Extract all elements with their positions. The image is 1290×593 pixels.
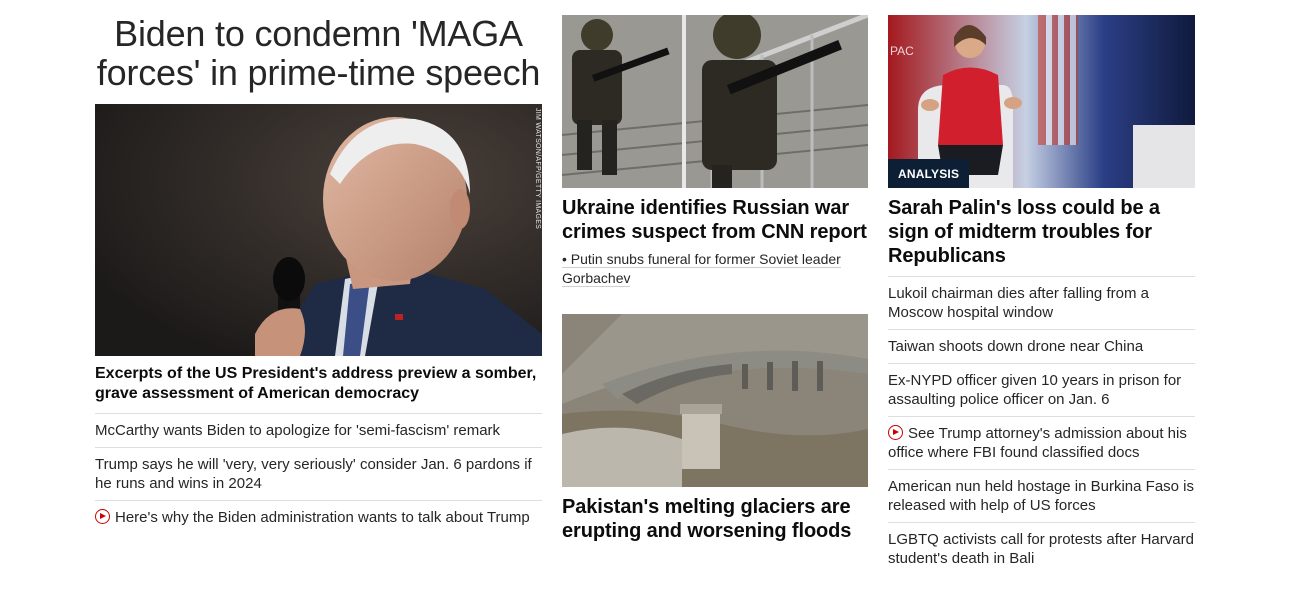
list-item[interactable]: See Trump attorney's admission about his… (888, 417, 1195, 470)
lead-headline-link[interactable]: Biden to condemn 'MAGA forces' in prime-… (95, 14, 542, 92)
list-item[interactable]: Taiwan shoots down drone near China (888, 330, 1195, 364)
ukraine-headline-link[interactable]: Ukraine identifies Russian war crimes su… (562, 196, 868, 244)
palin-headline: Sarah Palin's loss could be a sign of mi… (888, 197, 1160, 267)
middle-column: Ukraine identifies Russian war crimes su… (562, 0, 868, 543)
story-link[interactable]: Lukoil chairman dies after falling from … (888, 285, 1149, 321)
palin-image[interactable]: PAC ANALYSIS (888, 15, 1195, 188)
list-item[interactable]: Lukoil chairman dies after falling from … (888, 277, 1195, 330)
story-link[interactable]: Taiwan shoots down drone near China (888, 338, 1143, 355)
story-link[interactable]: LGBTQ activists call for protests after … (888, 531, 1194, 567)
video-story-link[interactable]: See Trump attorney's admission about his… (888, 425, 1187, 461)
palin-image-sign: PAC (890, 44, 914, 58)
video-story-link[interactable]: Here's why the Biden administration want… (115, 509, 530, 526)
list-item[interactable]: McCarthy wants Biden to apologize for 's… (95, 414, 542, 448)
list-item[interactable]: American nun held hostage in Burkina Fas… (888, 470, 1195, 523)
list-item[interactable]: LGBTQ activists call for protests after … (888, 523, 1195, 575)
palin-headline-link[interactable]: Sarah Palin's loss could be a sign of mi… (888, 196, 1195, 268)
play-video-icon (888, 425, 903, 440)
lead-column: Biden to condemn 'MAGA forces' in prime-… (95, 0, 542, 534)
lead-links-list: McCarthy wants Biden to apologize for 's… (95, 414, 542, 534)
related-link-putin[interactable]: • Putin snubs funeral for former Soviet … (562, 250, 868, 288)
story-link[interactable]: Ex-NYPD officer given 10 years in prison… (888, 372, 1181, 408)
story-link[interactable]: American nun held hostage in Burkina Fas… (888, 478, 1194, 514)
pakistan-image[interactable] (562, 314, 868, 487)
lead-image[interactable]: JIM WATSON/AFP/GETTY IMAGES (95, 104, 542, 356)
story-link[interactable]: McCarthy wants Biden to apologize for 's… (95, 422, 500, 439)
pakistan-headline-link[interactable]: Pakistan's melting glaciers are erupting… (562, 495, 868, 543)
image-credit: JIM WATSON/AFP/GETTY IMAGES (534, 108, 541, 230)
play-video-icon (95, 509, 110, 524)
story-link[interactable]: Trump says he will 'very, very seriously… (95, 456, 532, 492)
pakistan-headline: Pakistan's melting glaciers are erupting… (562, 496, 852, 542)
lead-headline: Biden to condemn 'MAGA forces' in prime-… (96, 13, 541, 93)
right-links-list: Lukoil chairman dies after falling from … (888, 276, 1195, 575)
analysis-badge: ANALYSIS (888, 159, 970, 188)
list-item[interactable]: Here's why the Biden administration want… (95, 501, 542, 534)
ukraine-image[interactable] (562, 15, 868, 188)
list-item[interactable]: Trump says he will 'very, very seriously… (95, 448, 542, 501)
lead-subheadline-link[interactable]: Excerpts of the US President's address p… (95, 364, 542, 414)
list-item[interactable]: Ex-NYPD officer given 10 years in prison… (888, 364, 1195, 417)
ukraine-headline: Ukraine identifies Russian war crimes su… (562, 197, 867, 243)
related-link-text: • Putin snubs funeral for former Soviet … (562, 251, 841, 287)
lead-subheadline: Excerpts of the US President's address p… (95, 364, 542, 414)
right-column: PAC ANALYSIS Sarah Palin's loss could be… (888, 0, 1195, 575)
